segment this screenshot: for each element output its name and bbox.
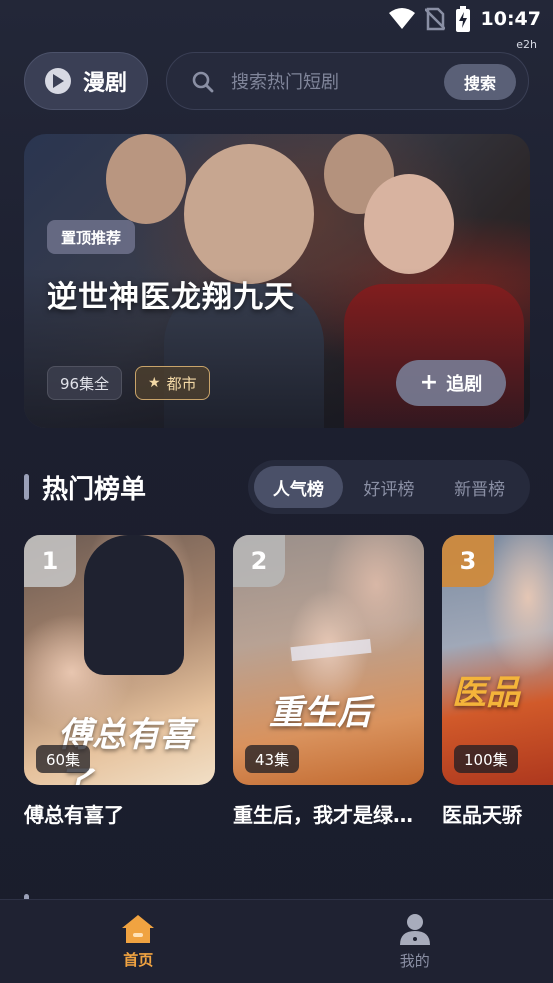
play-icon: [44, 68, 71, 94]
ranking-tabs: 人气榜 好评榜 新晋榜: [248, 460, 530, 514]
search-icon: [192, 71, 214, 93]
bottom-nav: 首页 我的: [0, 899, 553, 983]
banner-figure-right: [364, 174, 454, 274]
app-screen: 10:47 e2h 漫剧 搜索 置顶推荐 逆世神医龙翔九天: [0, 0, 553, 983]
rank-number: 3: [442, 535, 494, 587]
rank-cover: 傅总有喜了 1 60集: [24, 535, 215, 785]
tab-top-rated[interactable]: 好评榜: [345, 466, 434, 508]
rank-card[interactable]: 傅总有喜了 1 60集 傅总有喜了: [24, 535, 215, 828]
plus-icon: +: [419, 370, 439, 395]
status-icons: 10:47: [388, 6, 541, 32]
nav-profile[interactable]: 我的: [277, 900, 553, 983]
banner-genre: ★ 都市: [135, 366, 210, 400]
banner-title: 逆世神医龙翔九天: [47, 280, 295, 315]
rank-number: 2: [233, 535, 285, 587]
tab-popular[interactable]: 人气榜: [254, 466, 343, 508]
cover-figure-suit: [84, 535, 184, 675]
star-icon: ★: [148, 375, 161, 391]
rank-cover: 重生后 2 43集: [233, 535, 424, 785]
banner-figure-center: [184, 144, 314, 284]
mode-label: 漫剧: [82, 71, 127, 96]
rank-episodes: 43集: [245, 745, 300, 773]
banner-genre-label: 都市: [166, 374, 197, 393]
cover-calligraphy: 重生后: [269, 693, 371, 733]
ranking-header: 热门榜单 人气榜 好评榜 新晋榜: [24, 460, 530, 514]
rank-title: 傅总有喜了: [24, 803, 124, 827]
status-bar: 10:47 e2h: [0, 0, 553, 51]
section-bar: [24, 474, 29, 500]
rank-episodes: 100集: [454, 745, 518, 773]
banner-episodes: 96集全: [47, 366, 123, 400]
mode-button[interactable]: 漫剧: [24, 52, 148, 110]
header: 漫剧 搜索: [24, 52, 529, 110]
search-input[interactable]: [231, 66, 421, 98]
wifi-icon: [388, 8, 415, 29]
rank-title: 医品天骄: [442, 803, 522, 827]
ranking-title: 热门榜单: [42, 475, 147, 505]
status-time: 10:47: [480, 8, 541, 30]
banner-badge: 置顶推荐: [47, 220, 136, 254]
search-bar: 搜索: [166, 52, 529, 110]
search-button[interactable]: 搜索: [444, 64, 516, 100]
rank-title: 重生后，我才是绿茶祖宗: [233, 803, 424, 827]
rank-episodes: 60集: [36, 745, 91, 773]
tab-new[interactable]: 新晋榜: [435, 466, 524, 508]
rank-card[interactable]: 重生后 2 43集 重生后，我才是绿茶祖宗: [233, 535, 424, 828]
cover-calligraphy: 医品: [452, 673, 520, 713]
follow-label: 追剧: [446, 374, 483, 395]
profile-icon: [399, 914, 430, 945]
nav-profile-label: 我的: [399, 952, 430, 970]
rank-cover: 医品 3 100集: [442, 535, 553, 785]
nav-home[interactable]: 首页: [0, 900, 277, 983]
no-sim-icon: [424, 7, 445, 31]
battery-charging-icon: [455, 6, 470, 32]
banner-figure-left: [106, 134, 186, 224]
status-tag: e2h: [516, 38, 537, 51]
nav-home-label: 首页: [123, 951, 154, 969]
featured-banner[interactable]: 置顶推荐 逆世神医龙翔九天 96集全 ★ 都市 + 追剧: [24, 134, 530, 428]
home-icon: [122, 915, 155, 943]
rank-number: 1: [24, 535, 76, 587]
ranking-list: 傅总有喜了 1 60集 傅总有喜了 重生后 2 43集 重生后，我才是绿茶祖宗 …: [24, 535, 553, 835]
follow-button[interactable]: + 追剧: [396, 360, 506, 406]
rank-card[interactable]: 医品 3 100集 医品天骄: [442, 535, 553, 828]
